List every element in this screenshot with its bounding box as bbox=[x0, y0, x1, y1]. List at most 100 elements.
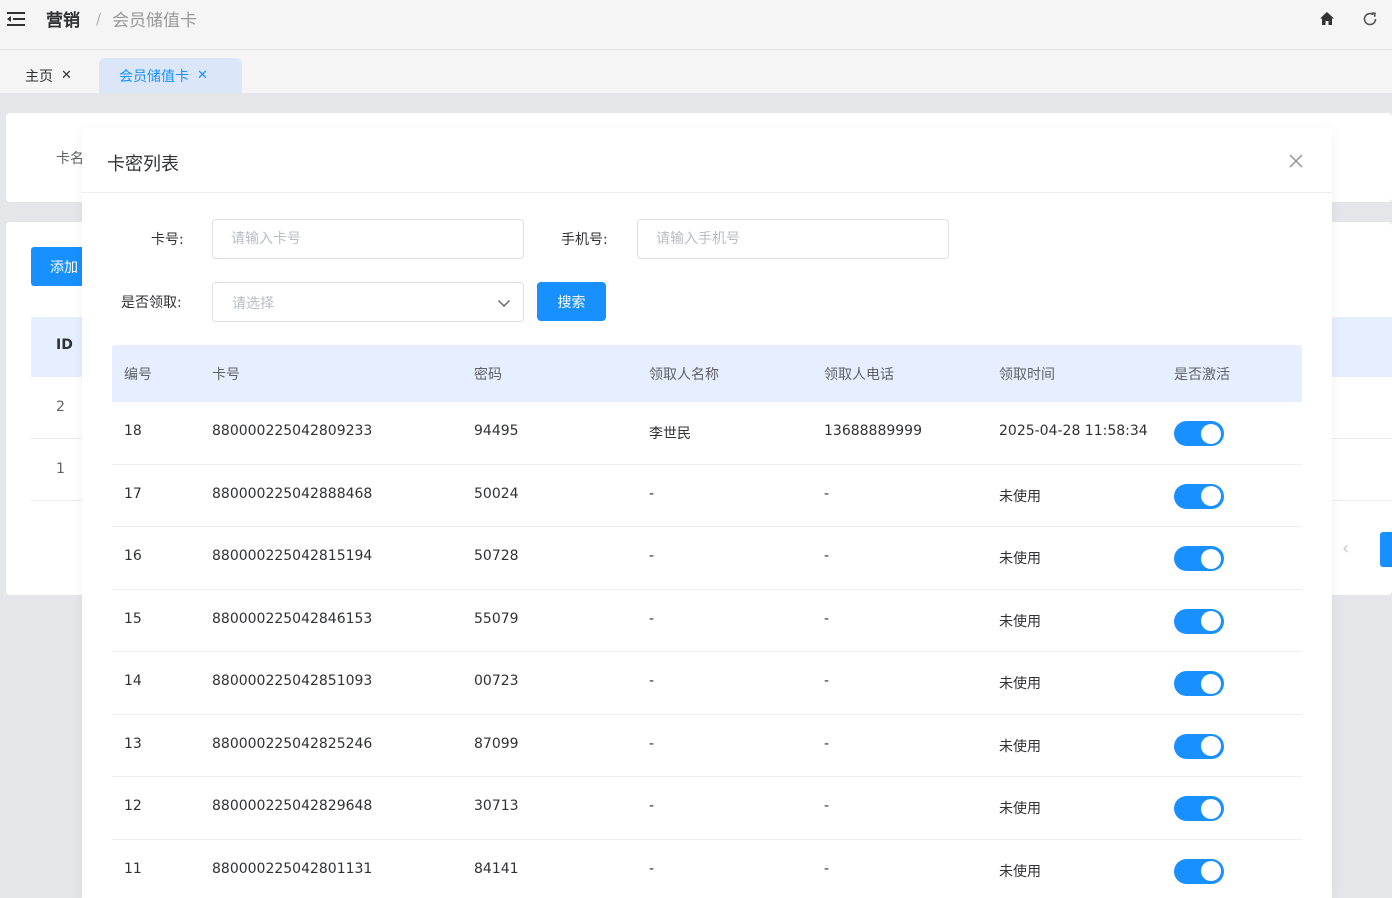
toggle-knob bbox=[1201, 861, 1221, 881]
claimed-select-placeholder: 请选择 bbox=[232, 296, 274, 312]
row-claim-time: 未使用 bbox=[999, 738, 1041, 755]
card-no-label: 卡号: bbox=[151, 232, 184, 248]
refresh-icon[interactable] bbox=[1361, 10, 1379, 28]
table-body: 18 880000225042809233 94495 李世民 13688889999 2… bbox=[112, 402, 1302, 898]
row-receiver-name: - bbox=[649, 798, 655, 814]
active-toggle[interactable] bbox=[1174, 546, 1224, 571]
row-card-no: 880000225042851093 bbox=[212, 673, 373, 689]
row-claim-time: 未使用 bbox=[999, 551, 1041, 567]
pagination-current-page[interactable] bbox=[1380, 532, 1392, 567]
phone-label: 手机号: bbox=[561, 232, 608, 248]
row-card-no: 880000225042815194 bbox=[212, 548, 373, 564]
row-card-no: 880000225042829648 bbox=[212, 798, 373, 814]
row-password: 55079 bbox=[474, 610, 519, 627]
card-name-label: 卡名 bbox=[56, 151, 84, 167]
breadcrumb: 营销 / 会员储值卡 bbox=[46, 6, 198, 32]
active-toggle[interactable] bbox=[1174, 796, 1224, 821]
row-id: 1 bbox=[56, 461, 65, 477]
top-bar: 营销 / 会员储值卡 bbox=[0, 0, 1392, 50]
row-number: 16 bbox=[124, 548, 142, 564]
breadcrumb-item-member-card: 会员储值卡 bbox=[112, 11, 198, 31]
row-number: 11 bbox=[124, 860, 142, 877]
row-claim-time: 未使用 bbox=[999, 488, 1041, 505]
row-receiver-name: - bbox=[649, 735, 655, 752]
card-secret-list-dialog: 卡密列表 卡号: 手机号: 是否领取: 请选择 搜索 编号 卡号 密码 领取人名… bbox=[82, 128, 1332, 898]
toggle-knob bbox=[1201, 548, 1221, 569]
row-id: 2 bbox=[56, 399, 65, 415]
row-password: 50024 bbox=[474, 485, 519, 502]
table-row: 18 880000225042809233 94495 李世民 13688889999 2… bbox=[112, 402, 1302, 465]
row-password: 30713 bbox=[474, 798, 519, 814]
claimed-label: 是否领取: bbox=[121, 295, 182, 311]
row-claim-time: 未使用 bbox=[999, 676, 1041, 692]
row-claim-time: 未使用 bbox=[999, 863, 1041, 880]
row-claim-time: 未使用 bbox=[999, 613, 1041, 630]
active-toggle[interactable] bbox=[1174, 733, 1224, 759]
row-number: 12 bbox=[124, 798, 142, 814]
row-receiver-name: - bbox=[649, 610, 655, 627]
home-icon[interactable] bbox=[1318, 10, 1336, 28]
table-row: 11 880000225042801131 84141 - - 未使用 bbox=[112, 840, 1302, 898]
row-card-no: 880000225042825246 bbox=[212, 735, 373, 752]
toggle-knob bbox=[1201, 798, 1221, 819]
row-receiver-phone: - bbox=[824, 610, 830, 627]
menu-fold-icon[interactable] bbox=[6, 10, 26, 28]
active-toggle[interactable] bbox=[1174, 608, 1224, 634]
row-receiver-phone: 13688889999 bbox=[824, 423, 922, 439]
column-header-password: 密码 bbox=[474, 367, 502, 383]
dialog-header: 卡密列表 bbox=[82, 128, 1332, 193]
row-card-no: 880000225042846153 bbox=[212, 610, 373, 627]
pagination-prev-icon[interactable]: ‹ bbox=[1342, 538, 1349, 559]
row-receiver-name: - bbox=[649, 485, 655, 502]
row-number: 15 bbox=[124, 610, 142, 627]
row-card-no: 880000225042801131 bbox=[212, 860, 373, 877]
column-header-claim-time: 领取时间 bbox=[999, 367, 1055, 383]
row-number: 13 bbox=[124, 735, 142, 752]
tab-home[interactable]: 主页 ✕ bbox=[12, 58, 85, 93]
row-number: 18 bbox=[124, 423, 142, 439]
dialog-title: 卡密列表 bbox=[107, 154, 179, 175]
card-no-input[interactable] bbox=[212, 219, 524, 259]
toggle-knob bbox=[1201, 423, 1221, 444]
row-number: 14 bbox=[124, 673, 142, 689]
tab-home-label: 主页 bbox=[25, 68, 53, 85]
chevron-down-icon bbox=[498, 300, 510, 307]
tab-member-card[interactable]: 会员储值卡 ✕ bbox=[99, 58, 242, 93]
close-icon[interactable] bbox=[1288, 153, 1304, 169]
row-password: 00723 bbox=[474, 673, 519, 689]
column-header-number: 编号 bbox=[124, 367, 152, 383]
tab-bar: 主页 ✕ 会员储值卡 ✕ bbox=[0, 51, 1392, 93]
active-toggle[interactable] bbox=[1174, 421, 1224, 446]
row-password: 94495 bbox=[474, 423, 519, 439]
column-header-receiver-name: 领取人名称 bbox=[649, 367, 719, 383]
row-receiver-phone: - bbox=[824, 548, 830, 564]
active-toggle[interactable] bbox=[1174, 671, 1224, 696]
claimed-select[interactable]: 请选择 bbox=[212, 282, 524, 322]
row-password: 50728 bbox=[474, 548, 519, 564]
row-receiver-phone: - bbox=[824, 673, 830, 689]
close-icon[interactable]: ✕ bbox=[197, 68, 208, 83]
row-receiver-phone: - bbox=[824, 735, 830, 752]
toggle-knob bbox=[1201, 611, 1221, 631]
search-button[interactable]: 搜索 bbox=[537, 282, 606, 321]
table-row: 15 880000225042846153 55079 - - 未使用 bbox=[112, 590, 1302, 652]
row-card-no: 880000225042888468 bbox=[212, 485, 373, 502]
row-card-no: 880000225042809233 bbox=[212, 423, 373, 439]
phone-input[interactable] bbox=[637, 219, 949, 259]
active-toggle[interactable] bbox=[1174, 858, 1224, 884]
column-header-card-no: 卡号 bbox=[212, 367, 240, 383]
breadcrumb-separator: / bbox=[96, 9, 102, 28]
row-receiver-phone: - bbox=[824, 860, 830, 877]
row-claim-time: 2025-04-28 11:58:34 bbox=[999, 423, 1148, 439]
breadcrumb-item-marketing[interactable]: 营销 bbox=[46, 6, 80, 31]
row-receiver-name: 李世民 bbox=[649, 426, 691, 442]
column-header-activated: 是否激活 bbox=[1174, 367, 1230, 383]
table-row: 16 880000225042815194 50728 - - 未使用 bbox=[112, 527, 1302, 590]
row-receiver-name: - bbox=[649, 860, 655, 877]
row-claim-time: 未使用 bbox=[999, 801, 1041, 817]
row-receiver-name: - bbox=[649, 673, 655, 689]
column-header-id: ID bbox=[56, 337, 73, 353]
close-icon[interactable]: ✕ bbox=[61, 68, 72, 83]
card-secret-table: 编号 卡号 密码 领取人名称 领取人电话 领取时间 是否激活 18 8800002… bbox=[112, 345, 1302, 898]
active-toggle[interactable] bbox=[1174, 483, 1224, 509]
